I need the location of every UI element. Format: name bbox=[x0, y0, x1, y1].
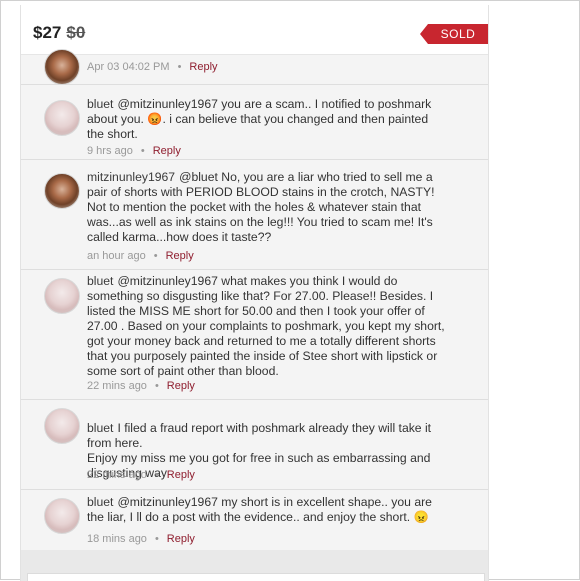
sold-badge: SOLD bbox=[420, 24, 488, 44]
meta-separator: • bbox=[140, 145, 145, 157]
reply-link[interactable]: Reply bbox=[166, 250, 194, 262]
meta-separator: • bbox=[154, 533, 159, 545]
meta-separator: • bbox=[154, 469, 159, 481]
meta-separator: • bbox=[153, 250, 158, 262]
screenshot-frame: $27 $0 SOLD Apr 03 04:02 PM • Reply bluet @m… bbox=[0, 0, 580, 581]
meta-separator: • bbox=[177, 61, 182, 73]
comment-time: 18 mins ago bbox=[87, 533, 147, 545]
comment-meta: 22 mins ago • Reply bbox=[87, 380, 195, 392]
user-avatar[interactable] bbox=[44, 278, 80, 314]
comment-text: @mitzinunley1967 what makes you think I … bbox=[87, 274, 445, 378]
reply-link[interactable]: Reply bbox=[167, 380, 195, 392]
user-avatar[interactable] bbox=[44, 408, 80, 444]
price: $27 $0 bbox=[33, 23, 85, 43]
comment-username[interactable]: bluet bbox=[87, 97, 113, 111]
comment-time: 22 mins ago bbox=[87, 469, 147, 481]
comment-item: bluet @mitzinunley1967 my short is in exc… bbox=[21, 490, 488, 550]
comment-time: 9 hrs ago bbox=[87, 145, 133, 157]
comment-username[interactable]: bluet bbox=[87, 274, 113, 288]
comment-meta: Apr 03 04:02 PM • Reply bbox=[87, 61, 218, 73]
user-avatar[interactable] bbox=[44, 100, 80, 136]
meta-separator: • bbox=[154, 380, 159, 392]
original-price: $0 bbox=[66, 23, 86, 42]
comment-username[interactable]: bluet bbox=[87, 495, 113, 509]
reply-link[interactable]: Reply bbox=[167, 533, 195, 545]
listing-card: $27 $0 SOLD Apr 03 04:02 PM • Reply bluet @m… bbox=[20, 5, 489, 581]
comment-item: bluet I filed a fraud report with poshmar… bbox=[21, 400, 488, 490]
comment-meta: 18 mins ago • Reply bbox=[87, 533, 195, 545]
comment-text: @mitzinunley1967 you are a scam.. I noti… bbox=[87, 97, 432, 141]
comment-body: bluet @mitzinunley1967 you are a scam.. I… bbox=[87, 97, 447, 142]
reply-link[interactable]: Reply bbox=[189, 61, 217, 73]
comment-time: an hour ago bbox=[87, 250, 146, 262]
user-avatar[interactable] bbox=[44, 498, 80, 534]
comment-time: Apr 03 04:02 PM bbox=[87, 61, 170, 73]
comment-body: bluet @mitzinunley1967 my short is in exc… bbox=[87, 495, 447, 525]
reply-link[interactable]: Reply bbox=[153, 145, 181, 157]
comment-item: Apr 03 04:02 PM • Reply bbox=[21, 45, 488, 85]
comment-username[interactable]: bluet bbox=[87, 421, 113, 435]
comment-body: bluet @mitzinunley1967 what makes you thi… bbox=[87, 274, 447, 379]
comment-item: bluet @mitzinunley1967 what makes you thi… bbox=[21, 270, 488, 400]
comment-meta: 22 mins ago • Reply bbox=[87, 469, 195, 481]
comment-meta: 9 hrs ago • Reply bbox=[87, 145, 181, 157]
reply-link[interactable]: Reply bbox=[167, 469, 195, 481]
comment-item: mitzinunley1967 @bluet No, you are a liar… bbox=[21, 160, 488, 270]
user-avatar[interactable] bbox=[44, 173, 80, 209]
current-price: $27 bbox=[33, 23, 62, 42]
user-avatar[interactable] bbox=[44, 49, 80, 85]
comment-item: bluet @mitzinunley1967 you are a scam.. I… bbox=[21, 85, 488, 160]
comment-username[interactable]: mitzinunley1967 bbox=[87, 170, 175, 184]
comment-time: 22 mins ago bbox=[87, 380, 147, 392]
comment-body: mitzinunley1967 @bluet No, you are a liar… bbox=[87, 170, 447, 245]
comment-meta: an hour ago • Reply bbox=[87, 250, 194, 262]
comment-text: @mitzinunley1967 my short is in excellen… bbox=[87, 495, 432, 524]
